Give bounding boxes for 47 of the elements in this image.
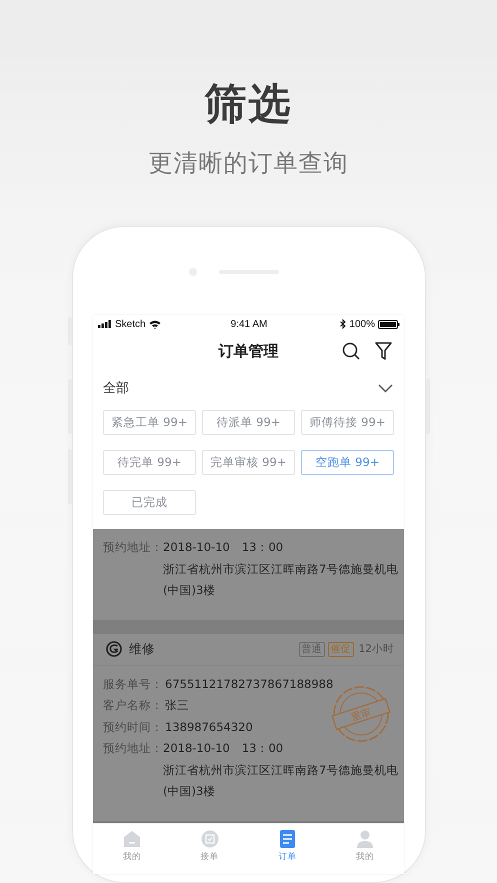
field-label: 预约地址： [103,740,163,757]
hero-subtitle: 更清晰的订单查询 [148,148,348,178]
search-icon[interactable] [342,342,360,360]
filter-icon[interactable] [375,342,392,360]
hero-title: 筛选 [204,78,292,130]
tab-item[interactable]: 我的 [93,824,171,874]
field-value: 2018-10-10 13：00 [163,740,284,757]
field-value: 浙江省杭州市滨江区江晖南路7号德施曼机电 [163,762,398,778]
elapsed-time: 12小时 [358,642,394,656]
carrier-name: Sketch [115,318,146,330]
field-value: 67551121782737867188988 [165,676,334,692]
signal-icon [98,320,112,328]
stamp-seal: 重审 [331,684,391,744]
person-icon [356,830,374,848]
field-value: 138987654320 [165,718,253,736]
field-label: 客户名称： [103,697,164,714]
filter-chip[interactable]: 空跑单 99+ [301,450,394,475]
field-label: 预约地址： [103,539,163,556]
battery-icon [378,320,400,328]
field-value: 浙江省杭州市滨江区江晖南路7号德施曼机电 [163,560,398,578]
filter-chip[interactable]: 完单审核 99+ [202,450,295,475]
page-title: 订单管理 [218,342,278,360]
field-label: 服务单号： [103,676,164,692]
battery-percent: 100% [349,318,375,330]
wifi-icon [148,320,161,328]
filter-chip[interactable]: 待完单 99+ [103,450,196,475]
field-value: (中国)3楼 [163,783,216,800]
filter-label: 全部 [103,380,129,397]
filter-chip[interactable]: 师傅待接 99+ [301,410,394,435]
checkbox-circle-icon [200,830,219,848]
filter-chip[interactable]: 紧急工单 99+ [103,410,196,435]
field-label: 预约时间： [103,718,164,736]
chevron-down-icon[interactable] [378,384,393,392]
order-tag: 催促 [328,642,354,656]
field-value: 张三 [165,697,189,714]
status-time: 9:41 AM [230,318,268,330]
filter-chip[interactable]: 已完成 [103,490,196,515]
bluetooth-icon [340,319,346,329]
home-icon [122,830,141,848]
document-icon [280,830,295,848]
filter-chip[interactable]: 待派单 99+ [202,410,295,435]
field-value: (中国)3楼 [163,582,216,599]
order-category: 维修 [129,640,155,658]
tab-item[interactable]: 订单 [248,824,326,874]
field-value: 2018-10-10 13：00 [163,539,284,556]
tab-item[interactable]: 我的 [326,824,404,874]
tab-item[interactable]: 接单 [170,824,248,874]
